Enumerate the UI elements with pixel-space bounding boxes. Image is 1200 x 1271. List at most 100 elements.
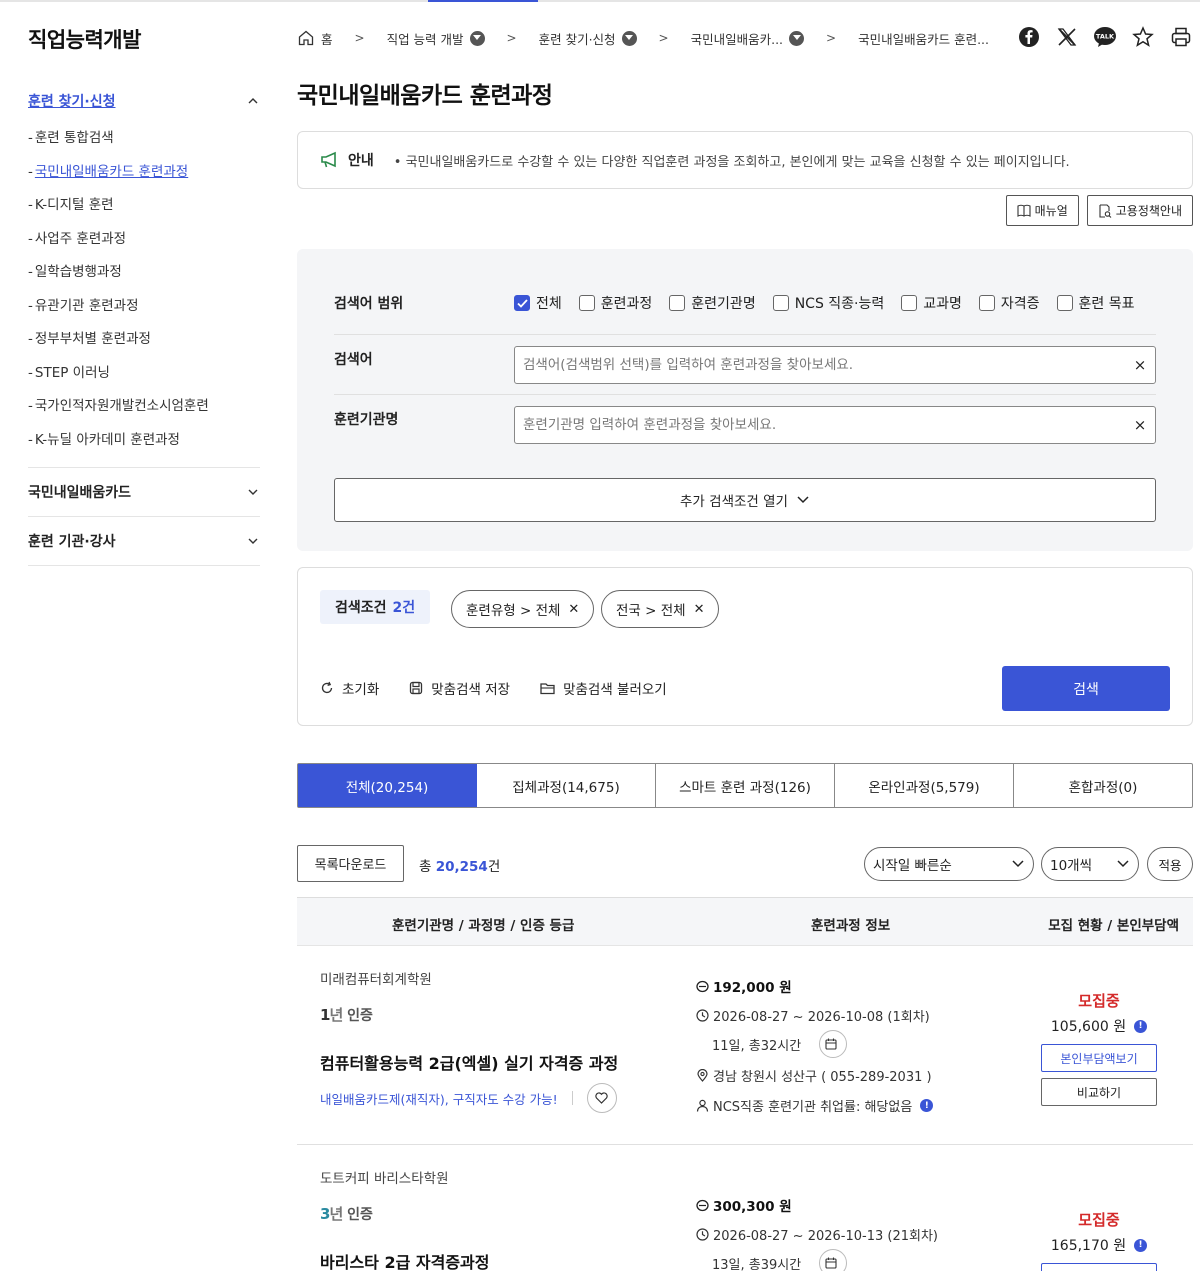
calendar-icon[interactable]: [819, 1030, 848, 1058]
checkbox-icon[interactable]: [772, 295, 789, 311]
header-institution-course: 훈련기관명 / 과정명 / 인증 등급: [392, 918, 575, 934]
top-nav-line: [0, 0, 1200, 2]
conditions-count: 2건: [392, 600, 416, 616]
sidebar-section-institution[interactable]: 훈련 기관·강사: [28, 517, 260, 566]
breadcrumb-item-4: 국민내일배움카드 훈련...: [858, 31, 989, 47]
search-button[interactable]: 검색: [1002, 666, 1170, 711]
close-icon[interactable]: ✕: [694, 602, 705, 617]
self-pay-amount: 165,170 원!: [1019, 1235, 1179, 1255]
tab-all[interactable]: 전체(20,254): [298, 764, 477, 807]
x-twitter-icon[interactable]: [1055, 24, 1079, 50]
star-icon[interactable]: [1131, 24, 1155, 50]
clear-icon[interactable]: ×: [1125, 416, 1155, 434]
tab-group[interactable]: 집체과정(14,675): [477, 764, 656, 807]
scope-checkbox-all[interactable]: 전체: [514, 293, 562, 313]
sidebar-item-national-card[interactable]: - 국민내일배움카드 훈련과정: [28, 156, 260, 190]
sidebar-item-ministry[interactable]: - 정부부처별 훈련과정: [28, 323, 260, 357]
checkbox-icon[interactable]: [901, 295, 918, 311]
employment-policy-button[interactable]: 고용정책안내: [1086, 195, 1193, 226]
coin-icon: [696, 980, 709, 992]
sidebar-section-card[interactable]: 국민내일배움카드: [28, 468, 260, 517]
recruit-status-label: 모집중: [1078, 992, 1120, 1010]
checkbox-icon[interactable]: [1056, 295, 1073, 311]
scope-checkbox-ncs[interactable]: NCS 직종·능력: [772, 293, 884, 313]
clear-icon[interactable]: ×: [1125, 356, 1155, 374]
info-icon[interactable]: !: [920, 1099, 934, 1112]
sidebar-item-k-newdeal[interactable]: - K-뉴딜 아카데미 훈련과정: [28, 424, 260, 458]
sidebar-item-k-digital[interactable]: - K-디지털 훈련: [28, 189, 260, 223]
breadcrumb-item-2[interactable]: 훈련 찾기·신청: [539, 29, 637, 48]
keyword-input[interactable]: [523, 357, 1125, 373]
close-icon[interactable]: ✕: [568, 602, 579, 617]
site-title: 직업능력개발: [28, 28, 141, 52]
sidebar-group-header[interactable]: 훈련 찾기·신청: [28, 90, 260, 112]
save-custom-search-button[interactable]: 맞춤검색 저장: [409, 678, 510, 698]
checkbox-checked-icon[interactable]: [514, 295, 530, 311]
institution-input[interactable]: [523, 417, 1125, 433]
sidebar-item-work-study[interactable]: - 일학습병행과정: [28, 256, 260, 290]
course-tag: 내일배움카드제(재직자), 구직자도 수강 가능!: [320, 1083, 617, 1113]
course-institution[interactable]: 미래컴퓨터회계학원: [320, 968, 432, 988]
heart-icon[interactable]: [586, 1083, 617, 1113]
course-title[interactable]: 바리스타 2급 자격증과정: [320, 1249, 489, 1271]
sidebar-item-step[interactable]: - STEP 이러닝: [28, 357, 260, 391]
folder-icon: [540, 682, 555, 694]
sidebar-item-consortium[interactable]: - 국가인적자원개발컨소시엄훈련: [28, 390, 260, 424]
checkbox-icon[interactable]: [578, 295, 595, 311]
chevron-down-icon: [797, 496, 809, 504]
course-price: 300,300 원: [696, 1195, 792, 1215]
chevron-right-icon: >: [658, 31, 669, 45]
dropdown-icon[interactable]: [789, 30, 805, 46]
chevron-right-icon: >: [354, 31, 365, 45]
checkbox-icon[interactable]: [978, 295, 995, 311]
condition-chip-region[interactable]: 전국 > 전체 ✕: [601, 590, 720, 628]
top-nav-active-indicator: [428, 0, 538, 2]
table-row: 미래컴퓨터회계학원 1년 인증 컴퓨터활용능력 2급(엑셀) 실기 자격증 과정…: [297, 946, 1193, 1145]
checkbox-icon[interactable]: [669, 295, 686, 311]
facebook-icon[interactable]: [1017, 24, 1041, 50]
print-icon[interactable]: [1169, 24, 1193, 50]
recruit-status: 모집중 105,600 원! 본인부담액보기 비교하기: [1019, 990, 1179, 1106]
self-pay-view-button[interactable]: 본인부담액보기: [1041, 1263, 1157, 1271]
self-pay-view-button[interactable]: 본인부담액보기: [1041, 1044, 1157, 1072]
total-count: 총 20,254건: [419, 859, 501, 875]
condition-chip-training-type[interactable]: 훈련유형 > 전체 ✕: [451, 590, 595, 628]
kakaotalk-icon[interactable]: TALK: [1093, 24, 1117, 50]
more-conditions-button[interactable]: 추가 검색조건 열기: [334, 478, 1156, 522]
tab-online[interactable]: 온라인과정(5,579): [835, 764, 1014, 807]
manual-button[interactable]: 매뉴얼: [1005, 195, 1079, 226]
scope-checkbox-course[interactable]: 훈련과정: [578, 293, 652, 313]
keyword-row: 검색어 ×: [334, 335, 1156, 395]
megaphone-icon: [321, 151, 336, 168]
page-size-select[interactable]: 10개씩: [1041, 847, 1139, 881]
calendar-icon[interactable]: [819, 1249, 848, 1271]
reset-button[interactable]: 초기화: [320, 678, 379, 698]
breadcrumb-item-1[interactable]: 직업 능력 개발: [387, 29, 485, 48]
sort-select[interactable]: 시작일 빠른순: [864, 847, 1034, 881]
tab-blended[interactable]: 혼합과정(0): [1014, 764, 1192, 807]
scope-checkbox-institution[interactable]: 훈련기관명: [669, 293, 756, 313]
scope-checkbox-subject[interactable]: 교과명: [901, 293, 962, 313]
scope-checkbox-goal[interactable]: 훈련 목표: [1056, 293, 1135, 313]
info-icon[interactable]: !: [1134, 1019, 1148, 1033]
chevron-up-icon[interactable]: [246, 94, 260, 108]
notice-text: • 국민내일배움카드로 수강할 수 있는 다양한 직업훈련 과정을 조회하고, …: [393, 154, 1070, 170]
download-list-button[interactable]: 목록다운로드: [297, 845, 404, 882]
sidebar-item-integrated-search[interactable]: - 훈련 통합검색: [28, 122, 260, 156]
course-institution[interactable]: 도트커피 바리스타학원: [320, 1167, 449, 1187]
dropdown-icon[interactable]: [621, 30, 637, 46]
sidebar-item-related-agency[interactable]: - 유관기관 훈련과정: [28, 290, 260, 324]
load-custom-search-button[interactable]: 맞춤검색 불러오기: [540, 678, 667, 698]
apply-button[interactable]: 적용: [1147, 847, 1193, 881]
breadcrumb-item-3[interactable]: 국민내일배움카...: [691, 29, 805, 48]
course-title[interactable]: 컴퓨터활용능력 2급(엑셀) 실기 자격증 과정: [320, 1050, 618, 1074]
sidebar-item-employer[interactable]: - 사업주 훈련과정: [28, 223, 260, 257]
compare-button[interactable]: 비교하기: [1041, 1078, 1157, 1106]
dropdown-icon[interactable]: [469, 30, 485, 46]
sidebar-group-title[interactable]: 훈련 찾기·신청: [28, 91, 115, 111]
breadcrumb-home[interactable]: 홈: [297, 29, 333, 48]
info-icon[interactable]: !: [1134, 1238, 1148, 1252]
tab-smart[interactable]: 스마트 훈련 과정(126): [656, 764, 835, 807]
scope-checkbox-license[interactable]: 자격증: [978, 293, 1040, 313]
conditions-label: 검색조건 2건: [320, 590, 431, 624]
